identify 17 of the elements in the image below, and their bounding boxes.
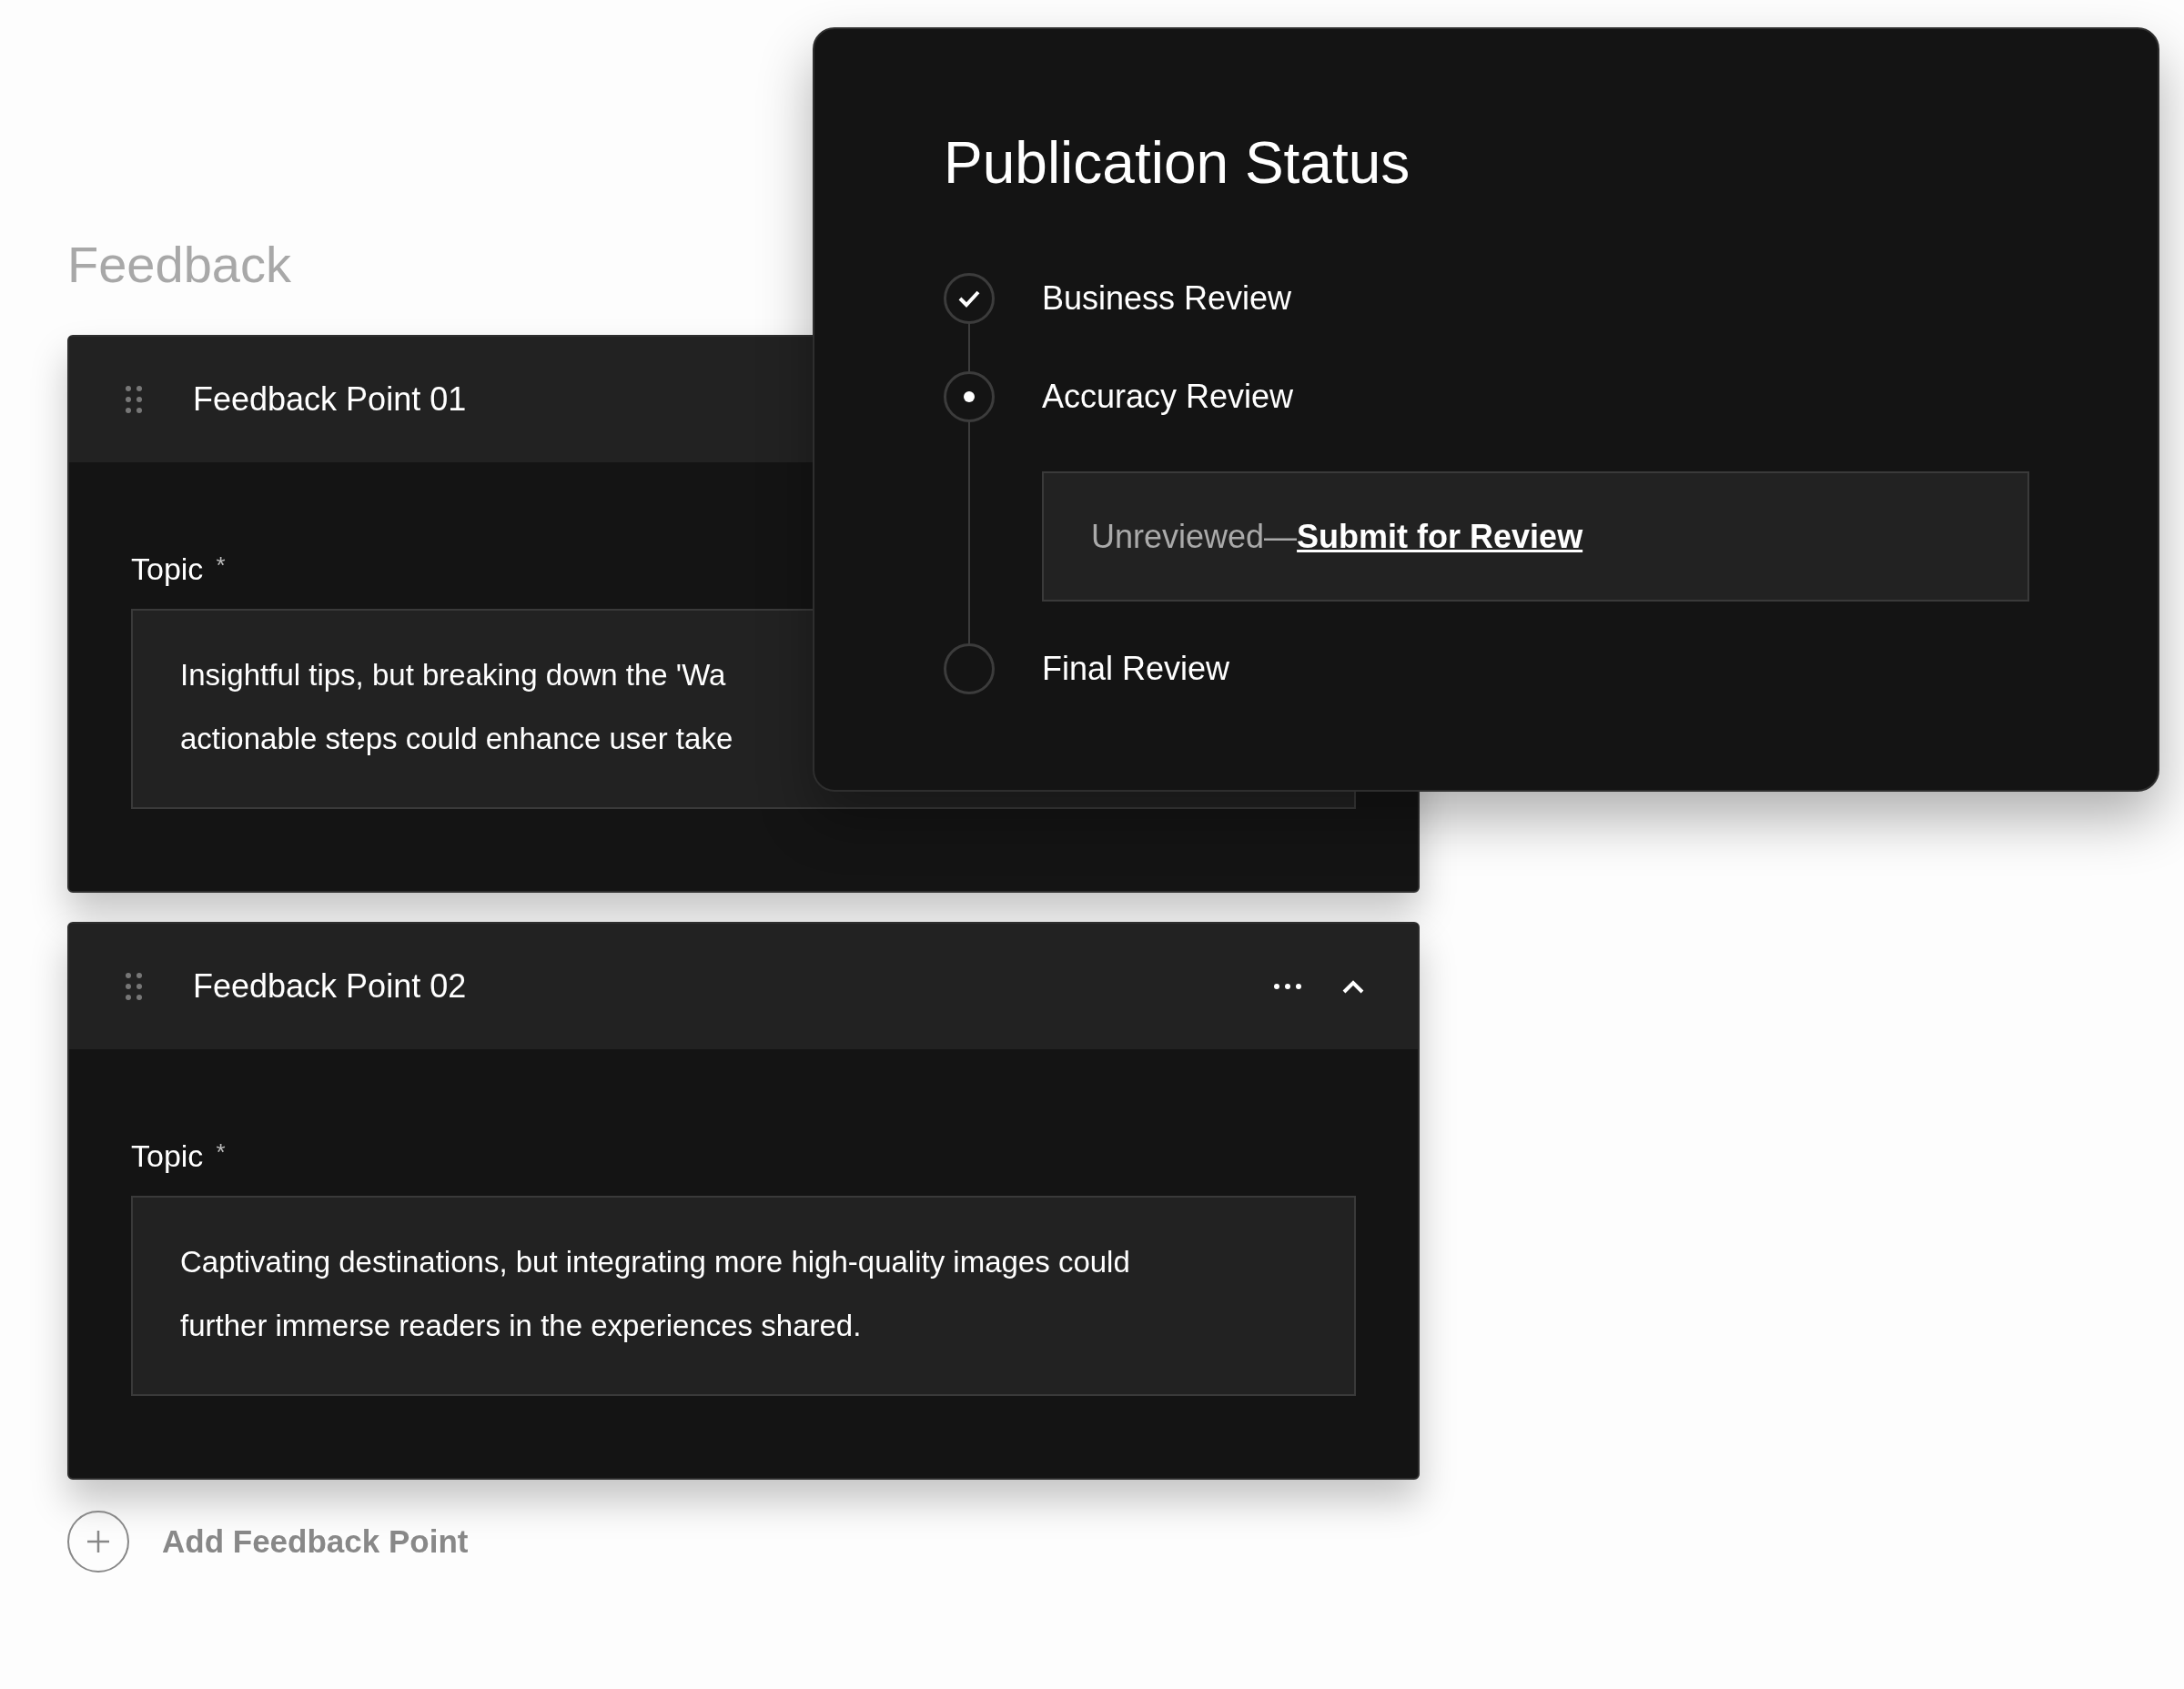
field-label: Topic: [131, 1138, 204, 1174]
submit-link[interactable]: Submit for Review: [1297, 517, 1583, 556]
section-heading: Feedback: [67, 235, 291, 295]
drag-handle-icon[interactable]: [126, 386, 142, 413]
field-label: Topic: [131, 551, 204, 587]
panel-title: Publication Status: [944, 129, 1411, 197]
drag-handle-icon[interactable]: [126, 973, 142, 1000]
step-label: Final Review: [1042, 650, 1230, 688]
required-mark: *: [216, 1138, 226, 1167]
step-label: Business Review: [1042, 279, 1292, 318]
card-title: Feedback Point 01: [193, 380, 467, 419]
status-text: Unreviewed—: [1091, 517, 1298, 556]
add-icon[interactable]: [67, 1511, 129, 1573]
card-title: Feedback Point 02: [193, 967, 467, 1006]
step-label: Accuracy Review: [1042, 378, 1294, 416]
answer-field[interactable]: Captivating destinations, but integrating more high-quality images could further immerse readers in the experiences shared.: [131, 1196, 1356, 1396]
required-mark: *: [216, 551, 226, 580]
